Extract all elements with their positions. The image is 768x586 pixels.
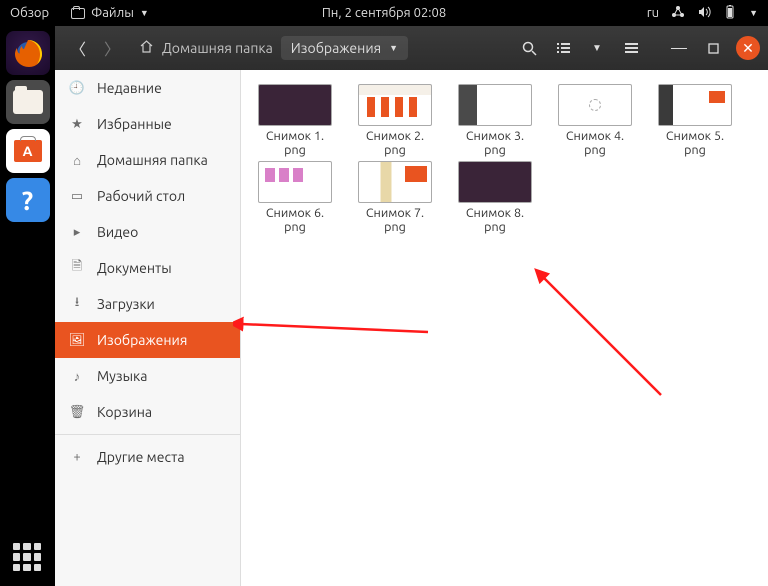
sidebar-item-label: Избранные [97, 116, 172, 132]
chevron-down-icon[interactable]: ▼ [749, 8, 758, 18]
sidebar-item-starred[interactable]: ★ Избранные [55, 106, 240, 142]
sidebar-item-downloads[interactable]: ⭳ Загрузки [55, 286, 240, 322]
file-item[interactable]: Снимок 1. png [249, 84, 341, 157]
clock-icon: 🕘 [69, 80, 85, 96]
sidebar-item-label: Документы [97, 260, 172, 276]
window-maximize-button[interactable] [698, 33, 728, 63]
file-label: Снимок 8. png [466, 206, 524, 234]
sidebar-item-label: Рабочий стол [97, 188, 185, 204]
file-grid[interactable]: Снимок 1. png Снимок 2. png Снимок 3. pn… [241, 70, 768, 586]
download-icon: ⭳ [69, 296, 85, 312]
nav-back-button[interactable]: 〈 [63, 33, 93, 63]
file-thumbnail [258, 161, 332, 203]
file-label: Снимок 5. png [666, 129, 724, 157]
file-item[interactable]: Снимок 4. png [549, 84, 641, 157]
clock[interactable]: Пн, 2 сентября 02:08 [322, 6, 446, 20]
file-label: Снимок 4. png [566, 129, 624, 157]
image-icon: 🖼 [69, 332, 85, 348]
window-minimize-button[interactable]: — [664, 33, 694, 63]
sidebar-item-trash[interactable]: 🗑 Корзина [55, 394, 240, 430]
crumb-current[interactable]: Изображения ▼ [281, 36, 408, 60]
sidebar-item-label: Домашняя папка [97, 152, 208, 168]
view-list-button[interactable] [548, 33, 578, 63]
keyboard-layout[interactable]: ru [647, 6, 659, 20]
app-menu[interactable]: Файлы [91, 6, 134, 20]
sidebar-item-label: Недавние [97, 80, 162, 96]
file-label: Снимок 6. png [266, 206, 324, 234]
sidebar-item-home[interactable]: ⌂ Домашняя папка [55, 142, 240, 178]
launcher-firefox[interactable] [6, 31, 50, 75]
crumb-current-label: Изображения [291, 40, 381, 56]
file-thumbnail [358, 161, 432, 203]
star-icon: ★ [69, 116, 85, 132]
file-item[interactable]: Снимок 6. png [249, 161, 341, 234]
file-thumbnail [558, 84, 632, 126]
header-bar: 〈 〉 Домашняя папка Изображения ▼ ▼ — ✕ [55, 26, 768, 70]
view-dropdown-button[interactable]: ▼ [582, 33, 612, 63]
launcher-files[interactable] [6, 80, 50, 124]
annotation-arrow-1 [233, 312, 433, 342]
file-item[interactable]: Снимок 5. png [649, 84, 741, 157]
chevron-down-icon: ▼ [389, 43, 398, 53]
sidebar-item-documents[interactable]: 🗎 Документы [55, 250, 240, 286]
sidebar-item-label: Изображения [97, 332, 187, 348]
file-label: Снимок 1. png [266, 129, 324, 157]
top-bar: Обзор Файлы ▼ Пн, 2 сентября 02:08 ru ▼ [0, 0, 768, 26]
file-item[interactable]: Снимок 2. png [349, 84, 441, 157]
sidebar-item-label: Другие места [97, 449, 185, 465]
file-thumbnail [458, 161, 532, 203]
battery-icon[interactable] [723, 5, 737, 22]
sidebar-item-label: Загрузки [97, 296, 155, 312]
launcher-software[interactable] [6, 129, 50, 173]
plus-icon: + [69, 449, 85, 465]
launcher-help[interactable]: ? [6, 178, 50, 222]
chevron-down-icon: ▼ [140, 8, 149, 18]
volume-icon[interactable] [697, 5, 711, 22]
file-label: Снимок 7. png [366, 206, 424, 234]
sidebar-item-recent[interactable]: 🕘 Недавние [55, 70, 240, 106]
file-item[interactable]: Снимок 7. png [349, 161, 441, 234]
file-thumbnail [358, 84, 432, 126]
sidebar-item-other[interactable]: + Другие места [55, 439, 240, 475]
file-item[interactable]: Снимок 8. png [449, 161, 541, 234]
activities-button[interactable]: Обзор [10, 6, 49, 20]
file-thumbnail [658, 84, 732, 126]
annotation-arrow-2 [531, 265, 671, 405]
sidebar-item-pictures[interactable]: 🖼 Изображения [55, 322, 240, 358]
sidebar-item-label: Корзина [97, 404, 152, 420]
video-icon: ▸ [69, 224, 85, 240]
window-close-button[interactable]: ✕ [736, 36, 760, 60]
home-icon: ⌂ [69, 152, 85, 168]
nav-forward-button[interactable]: 〉 [97, 33, 127, 63]
launcher: ? [0, 26, 55, 586]
folder-icon [71, 8, 85, 19]
sidebar: 🕘 Недавние ★ Избранные ⌂ Домашняя папка ▭ Ра… [55, 70, 241, 586]
desktop-icon: ▭ [69, 188, 85, 204]
file-thumbnail [258, 84, 332, 126]
crumb-home[interactable]: Домашняя папка [162, 40, 273, 56]
sidebar-item-label: Музыка [97, 368, 147, 384]
sidebar-item-desktop[interactable]: ▭ Рабочий стол [55, 178, 240, 214]
show-apps-button[interactable] [8, 538, 46, 576]
file-label: Снимок 2. png [366, 129, 424, 157]
network-icon[interactable] [671, 5, 685, 22]
hamburger-menu-button[interactable] [616, 33, 646, 63]
music-icon: ♪ [69, 368, 85, 384]
sidebar-item-label: Видео [97, 224, 138, 240]
file-thumbnail [458, 84, 532, 126]
document-icon: 🗎 [69, 260, 85, 276]
breadcrumb: Домашняя папка Изображения ▼ [139, 36, 408, 60]
file-label: Снимок 3. png [466, 129, 524, 157]
files-window: 〈 〉 Домашняя папка Изображения ▼ ▼ — ✕ 🕘… [55, 26, 768, 586]
sidebar-item-music[interactable]: ♪ Музыка [55, 358, 240, 394]
home-icon[interactable] [139, 39, 154, 57]
trash-icon: 🗑 [69, 404, 85, 420]
sidebar-item-videos[interactable]: ▸ Видео [55, 214, 240, 250]
search-button[interactable] [514, 33, 544, 63]
file-item[interactable]: Снимок 3. png [449, 84, 541, 157]
